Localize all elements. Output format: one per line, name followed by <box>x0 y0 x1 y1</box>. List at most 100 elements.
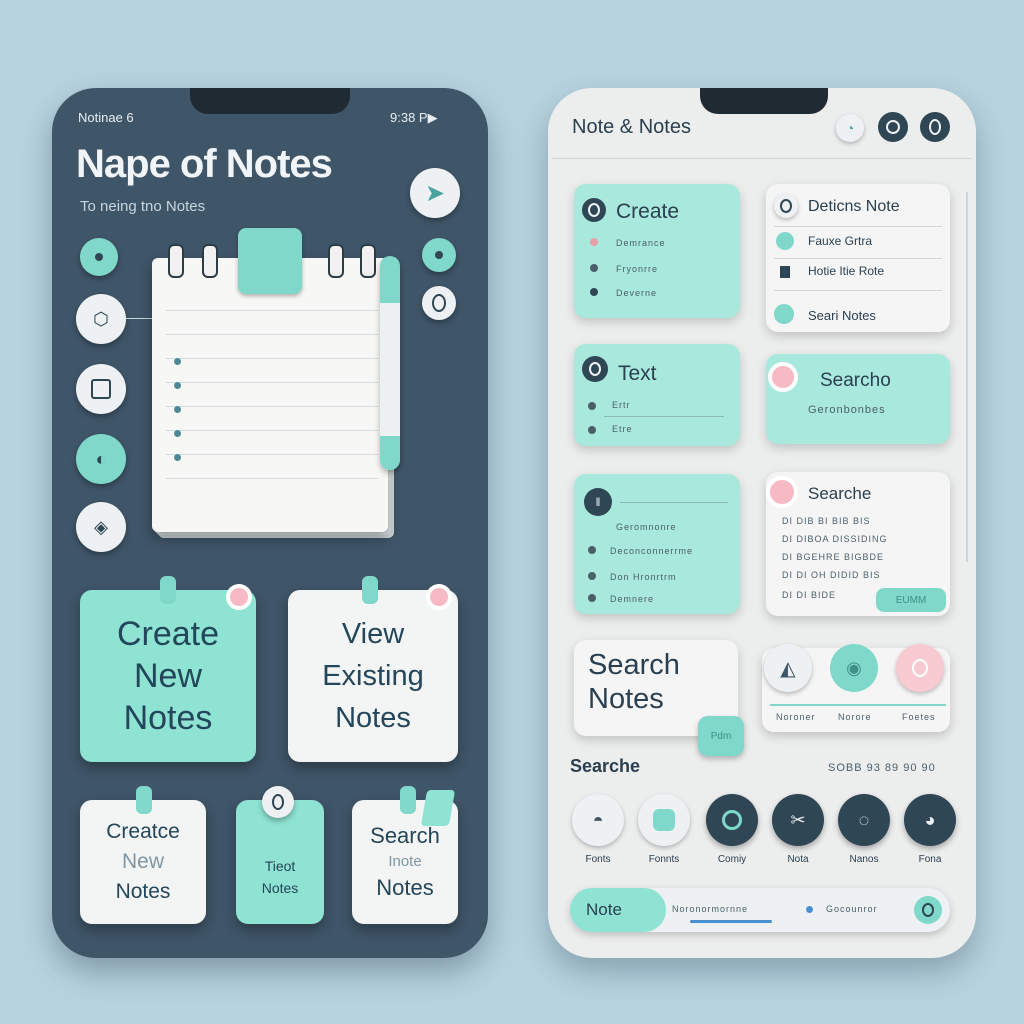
searche-button[interactable]: EUMM <box>876 588 946 612</box>
bottom-icon-1[interactable]: ◓ <box>572 794 624 846</box>
square-button[interactable] <box>76 364 126 414</box>
header-button-1[interactable]: ◔ <box>836 114 864 142</box>
chat-icon: ◐ <box>95 448 107 469</box>
bullet-icon <box>590 288 598 296</box>
card-sub: Geronbonbes <box>808 404 886 416</box>
pin-icon: ◕ <box>924 809 936 830</box>
card-title: Searcho <box>820 370 891 391</box>
ring-button[interactable] <box>422 286 456 320</box>
create-new-notes-card[interactable]: Create New Notes <box>80 590 256 762</box>
left-notch <box>190 88 350 114</box>
search-card[interactable]: Searcho Geronbonbes <box>766 354 950 444</box>
card-line: New <box>121 850 164 873</box>
searche-card[interactable]: Searche DI DIB BI BIB BIS DI DIBOA DISSI… <box>766 472 950 616</box>
bullet-icon <box>588 546 596 554</box>
card-line: Notes <box>588 683 664 715</box>
pin-icon <box>768 362 798 392</box>
notepad-ring <box>202 244 218 278</box>
status-right: 9:38 P▶ <box>390 110 438 125</box>
small-pin-button[interactable] <box>262 786 294 818</box>
row-text: DI DI OH DIDID BIS <box>782 570 881 580</box>
dot-button-1[interactable] <box>80 238 118 276</box>
ring-icon <box>912 659 928 677</box>
bottom-label: Nota <box>787 854 809 865</box>
bottom-label: Comiy <box>717 854 747 865</box>
view-existing-notes-card[interactable]: View Existing Notes <box>288 590 458 762</box>
drop-button[interactable]: ◈ <box>76 502 126 552</box>
icon-button-1[interactable]: ◭ <box>764 644 812 692</box>
pen-illustration <box>380 256 400 470</box>
bottom-icon-6[interactable]: ◕ <box>904 794 956 846</box>
card-line: Inote <box>388 853 422 870</box>
row-text: Fauxe Grtra <box>808 234 873 248</box>
row-text: Geromnonre <box>616 522 677 532</box>
pointer-button[interactable]: ➤ <box>410 168 460 218</box>
card-line: Notes <box>335 702 411 734</box>
shield-button[interactable]: ⬡ <box>76 294 126 344</box>
row-icon <box>774 304 794 324</box>
scrollbar[interactable] <box>966 192 968 562</box>
ring-icon <box>886 120 900 134</box>
text-card[interactable]: Text Ertr Etre <box>574 344 740 446</box>
notepad-illustration <box>152 244 388 532</box>
text-icon <box>582 356 608 382</box>
bottom-icon-4[interactable]: ✂ <box>772 794 824 846</box>
bottom-icon-3[interactable] <box>706 794 758 846</box>
drop-icon: ◈ <box>94 516 108 537</box>
create-card[interactable]: Create Demrance Fryonrre Deverne <box>574 184 740 318</box>
notepad-ring <box>360 244 376 278</box>
small-text-card[interactable]: Tieot Notes <box>236 800 324 924</box>
row-text: Demrance <box>616 238 666 248</box>
leaf-icon: ◓ <box>592 809 604 830</box>
search-bar-button[interactable] <box>914 896 942 924</box>
row-text: DI DIBOA DISSIDING <box>782 534 888 544</box>
section-label: Searche <box>570 756 641 776</box>
list-card[interactable]: ‖ Geromnonre Deconconnerrme Don Hronrtrm… <box>574 474 740 614</box>
bullet-icon <box>588 594 596 602</box>
delete-note-card[interactable]: Deticns Note Fauxe Grtra Hotie Itie Rote… <box>766 184 950 332</box>
button-label: EUMM <box>895 594 927 606</box>
card-title: Deticns Note <box>808 198 900 215</box>
icon-button-3[interactable] <box>896 644 944 692</box>
pin-icon <box>426 584 452 610</box>
header-button-2[interactable] <box>878 112 908 142</box>
row-text: DI DIB BI BIB BIS <box>782 516 871 526</box>
icon-row-label: Noroner <box>776 712 816 722</box>
dot-icon <box>435 251 443 259</box>
create-icon <box>582 198 606 222</box>
badge-label: Pdm <box>710 730 732 742</box>
drop-icon: ◉ <box>846 657 862 678</box>
row-text: Demnere <box>610 594 655 604</box>
row-text: DI BGEHRE BIGBDE <box>782 552 885 562</box>
row-icon <box>780 266 790 278</box>
chat-button[interactable]: ◐ <box>76 434 126 484</box>
small-create-card[interactable]: Creatce New Notes <box>80 800 206 924</box>
bottom-search-bar[interactable]: Note Noronormornne Gocounror <box>570 888 950 932</box>
search-bar-text: Noronormornne <box>672 904 749 914</box>
icon-row-line <box>770 704 946 706</box>
card-line: Creatce <box>106 820 180 843</box>
pin-icon <box>766 476 798 508</box>
search-bar-progress <box>690 920 772 923</box>
row-text: Hotie Itie Rote <box>808 264 885 278</box>
shield-icon: ⬡ <box>93 308 109 329</box>
bottom-icon-5[interactable]: ◌ <box>838 794 890 846</box>
icon-button-2[interactable]: ◉ <box>830 644 878 692</box>
square-icon <box>91 379 111 399</box>
icon-row-label: Foetes <box>902 712 936 722</box>
leaf-icon: ◔ <box>845 120 855 136</box>
circle-icon <box>722 810 742 830</box>
pin-icon <box>226 584 252 610</box>
card-line: Search <box>370 823 440 848</box>
header-button-3[interactable] <box>920 112 950 142</box>
connector-line <box>126 318 152 319</box>
row-icon <box>776 232 794 250</box>
card-tab <box>400 786 416 814</box>
page-subtitle: To neing tno Notes <box>80 198 206 215</box>
search-notes-badge[interactable]: Pdm <box>698 716 744 756</box>
dot-button-2[interactable] <box>422 238 456 272</box>
bottom-icon-2[interactable] <box>638 794 690 846</box>
row-text: Deconconnerrme <box>610 546 694 556</box>
app-title: Note & Notes <box>572 116 691 138</box>
row-text: Seari Notes <box>808 308 876 323</box>
